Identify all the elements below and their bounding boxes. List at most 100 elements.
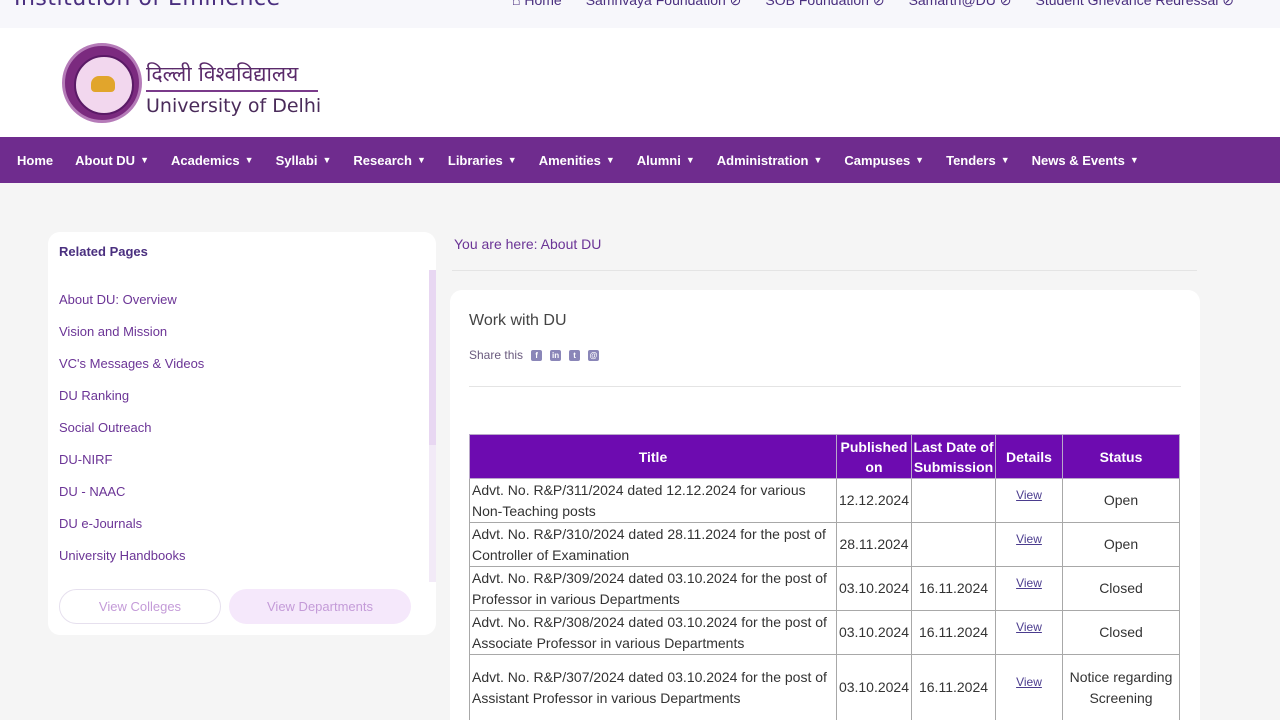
- table-row: Advt. No. R&P/310/2024 dated 28.11.2024 …: [469, 522, 1181, 567]
- row-title: Advt. No. R&P/310/2024 dated 28.11.2024 …: [469, 522, 837, 567]
- row-status: Notice regarding Screening: [1061, 654, 1181, 720]
- view-colleges-button[interactable]: View Colleges: [59, 589, 221, 624]
- table-row: Advt. No. R&P/309/2024 dated 03.10.2024 …: [469, 566, 1181, 611]
- nav-label: About DU: [75, 152, 136, 168]
- row-published: 03.10.2024: [835, 566, 913, 611]
- content-divider: [469, 386, 1181, 387]
- view-link[interactable]: View: [1016, 675, 1042, 689]
- row-details: View: [995, 478, 1063, 523]
- row-last-date: 16.11.2024: [911, 610, 996, 655]
- nav-syllabi[interactable]: Syllabi ▼: [276, 153, 332, 168]
- english-name: University of Delhi: [146, 95, 322, 117]
- sidebar-item-du-nirf[interactable]: DU-NIRF: [59, 452, 204, 484]
- table-row: Advt. No. R&P/311/2024 dated 12.12.2024 …: [469, 478, 1181, 523]
- share-label: Share this: [469, 348, 524, 362]
- nav-academics[interactable]: Academics ▼: [171, 153, 254, 168]
- nav-label: Administration: [716, 152, 809, 168]
- view-link[interactable]: View: [1016, 532, 1042, 546]
- header-last-date: Last Date of Submission: [911, 434, 996, 479]
- row-last-date: [911, 522, 996, 567]
- table-header-row: Title Published on Last Date of Submissi…: [469, 434, 1181, 479]
- row-details: View: [995, 654, 1063, 720]
- view-departments-button[interactable]: View Departments: [229, 589, 411, 624]
- sidebar-item-vision-mission[interactable]: Vision and Mission: [59, 324, 204, 356]
- row-published: 03.10.2024: [835, 610, 913, 655]
- row-published: 28.11.2024: [835, 522, 913, 567]
- sidebar-item-social-outreach[interactable]: Social Outreach: [59, 420, 204, 452]
- chevron-down-icon: ▼: [1000, 155, 1010, 165]
- row-details: View: [995, 610, 1063, 655]
- view-link[interactable]: View: [1016, 620, 1042, 634]
- row-title: Advt. No. R&P/307/2024 dated 03.10.2024 …: [469, 654, 837, 720]
- row-title: Advt. No. R&P/308/2024 dated 03.10.2024 …: [469, 610, 837, 655]
- table-row: Advt. No. R&P/307/2024 dated 03.10.2024 …: [469, 654, 1181, 720]
- sidebar-item-du-naac[interactable]: DU - NAAC: [59, 484, 204, 516]
- university-wordmark[interactable]: दिल्ली विश्वविद्यालय University of Delhi: [146, 60, 321, 117]
- share-bar: Share this f in t @: [469, 348, 600, 362]
- chevron-down-icon: ▼: [322, 155, 332, 165]
- nav-label: Amenities: [538, 152, 601, 168]
- chevron-down-icon: ▼: [416, 155, 426, 165]
- view-link[interactable]: View: [1016, 488, 1042, 502]
- chevron-down-icon: ▼: [244, 155, 254, 165]
- chevron-down-icon: ▼: [140, 155, 149, 165]
- main-navigation: Home About DU ▼ Academics ▼ Syllabi ▼ Resea…: [0, 137, 1280, 183]
- nav-news-events[interactable]: News & Events ▼: [1032, 153, 1139, 168]
- nav-about-du[interactable]: About DU ▼: [75, 153, 149, 168]
- nav-label: Home: [17, 152, 54, 168]
- linkedin-icon[interactable]: in: [550, 349, 562, 361]
- row-published: 12.12.2024: [835, 478, 913, 523]
- top-link-grievance[interactable]: Student Grievance Redressal ⊘: [1036, 0, 1235, 9]
- top-link-samnvaya[interactable]: Samnvaya Foundation ⊘: [586, 0, 742, 9]
- sidebar-item-e-journals[interactable]: DU e-Journals: [59, 516, 204, 548]
- header-title: Title: [469, 434, 837, 479]
- related-pages-list: About DU: Overview Vision and Mission VC…: [59, 292, 204, 580]
- row-last-date: 16.11.2024: [911, 566, 996, 611]
- sidebar-item-vc-messages[interactable]: VC's Messages & Videos: [59, 356, 204, 388]
- jobs-table: Title Published on Last Date of Submissi…: [469, 434, 1181, 720]
- nav-campuses[interactable]: Campuses ▼: [844, 153, 924, 168]
- university-logo-icon[interactable]: [62, 43, 142, 123]
- page-title: Work with DU: [469, 312, 567, 329]
- row-status: Open: [1061, 478, 1181, 523]
- nav-libraries[interactable]: Libraries ▼: [448, 153, 517, 168]
- nav-label: Research: [353, 152, 412, 168]
- sidebar-item-du-ranking[interactable]: DU Ranking: [59, 388, 204, 420]
- chevron-down-icon: ▼: [507, 155, 517, 165]
- row-title: Advt. No. R&P/309/2024 dated 03.10.2024 …: [469, 566, 837, 611]
- header-status: Status: [1061, 434, 1181, 479]
- breadcrumb-divider: [452, 270, 1197, 271]
- nav-alumni[interactable]: Alumni ▼: [637, 153, 695, 168]
- top-link-samarth[interactable]: Samarth@DU ⊘: [909, 0, 1012, 9]
- header-published-on: Published on: [835, 434, 913, 479]
- sidebar-item-overview[interactable]: About DU: Overview: [59, 292, 204, 324]
- row-title: Advt. No. R&P/311/2024 dated 12.12.2024 …: [469, 478, 837, 523]
- table-row: Advt. No. R&P/308/2024 dated 03.10.2024 …: [469, 610, 1181, 655]
- facebook-icon[interactable]: f: [531, 349, 543, 361]
- sidebar-scrollbar-thumb[interactable]: [429, 270, 436, 445]
- hindi-name: दिल्ली विश्वविद्यालय: [146, 62, 299, 86]
- nav-amenities[interactable]: Amenities ▼: [539, 153, 615, 168]
- chevron-down-icon: ▼: [685, 155, 695, 165]
- chevron-down-icon: ▼: [1129, 155, 1139, 165]
- nav-home[interactable]: Home: [17, 153, 53, 168]
- top-link-home[interactable]: ⌂ Home: [512, 0, 562, 9]
- view-link[interactable]: View: [1016, 576, 1042, 590]
- sidebar-item-handbooks[interactable]: University Handbooks: [59, 548, 204, 580]
- twitter-icon[interactable]: t: [569, 349, 581, 361]
- nav-research[interactable]: Research ▼: [353, 153, 425, 168]
- main-content-card: Work with DU Share this f in t @ Title P…: [450, 290, 1200, 720]
- top-link-sob[interactable]: SOB Foundation ⊘: [765, 0, 884, 9]
- nav-tenders[interactable]: Tenders ▼: [946, 153, 1010, 168]
- chevron-down-icon: ▼: [915, 155, 925, 165]
- related-pages-sidebar: Related Pages About DU: Overview Vision …: [48, 232, 436, 635]
- row-details: View: [995, 522, 1063, 567]
- email-icon[interactable]: @: [588, 349, 600, 361]
- nav-administration[interactable]: Administration ▼: [717, 153, 823, 168]
- row-last-date: [911, 478, 996, 523]
- row-status: Closed: [1061, 566, 1181, 611]
- site-header: दिल्ली विश्वविद्यालय University of Delhi: [0, 28, 1280, 137]
- institution-of-eminence-text: Institution of Eminence: [14, 0, 281, 11]
- nav-label: Libraries: [447, 152, 503, 168]
- chevron-down-icon: ▼: [605, 155, 615, 165]
